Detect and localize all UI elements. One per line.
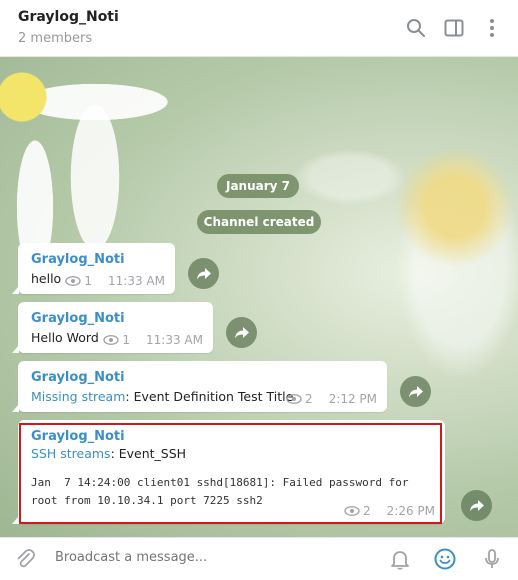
stream-link[interactable]: Missing stream <box>31 389 125 404</box>
message-input[interactable] <box>55 550 375 565</box>
share-arrow-icon <box>408 385 423 397</box>
sidebar-icon[interactable] <box>442 16 466 40</box>
share-arrow-icon <box>469 499 484 511</box>
microphone-icon[interactable] <box>480 547 504 571</box>
message-sender[interactable]: Graylog_Noti <box>31 251 165 268</box>
message-sender[interactable]: Graylog_Noti <box>31 310 203 327</box>
message-meta: 1 11:33 AM <box>103 333 203 347</box>
message-bubble[interactable]: Graylog_Noti hello 1 11:33 AM <box>12 243 175 294</box>
message-time: 2:12 PM <box>328 392 377 406</box>
share-arrow-icon <box>196 267 211 279</box>
search-icon[interactable] <box>404 16 428 40</box>
attach-icon[interactable] <box>13 547 37 571</box>
share-arrow-icon <box>234 326 249 338</box>
views-eye-icon <box>103 335 120 345</box>
message-text: Hello Word <box>31 330 99 345</box>
emoji-icon[interactable] <box>433 547 457 571</box>
forward-button[interactable] <box>400 376 431 407</box>
forward-button[interactable] <box>188 258 219 289</box>
views-count: 1 <box>84 274 93 288</box>
message-bubble[interactable]: Graylog_Noti Hello Word 1 11:33 AM <box>12 302 213 353</box>
views-count: 1 <box>122 333 131 347</box>
message-text: : Event Definition Test Title <box>125 389 294 404</box>
message-composer <box>0 537 518 580</box>
chat-title[interactable]: Graylog_Noti <box>18 9 119 25</box>
date-pill: January 7 <box>217 174 299 198</box>
message-sender[interactable]: Graylog_Noti <box>31 369 377 386</box>
views-eye-icon <box>65 276 82 286</box>
forward-button[interactable] <box>461 490 492 521</box>
message-bubble[interactable]: Graylog_Noti Missing stream: Event Defin… <box>12 361 387 412</box>
message-time: 11:33 AM <box>108 274 165 288</box>
message-meta: 1 11:33 AM <box>65 274 165 288</box>
views-count: 2 <box>305 392 313 406</box>
highlight-box <box>19 423 442 524</box>
forward-button[interactable] <box>226 317 257 348</box>
chat-header: Graylog_Noti 2 members <box>0 0 518 57</box>
views-eye-icon <box>286 394 302 404</box>
member-count[interactable]: 2 members <box>18 31 92 46</box>
service-message-pill: Channel created <box>197 210 321 234</box>
message-time: 11:33 AM <box>146 333 203 347</box>
notification-bell-icon[interactable] <box>388 547 412 571</box>
more-vertical-icon[interactable] <box>480 16 504 40</box>
message-text: hello <box>31 271 62 286</box>
message-meta: 2 2:12 PM <box>286 392 377 406</box>
